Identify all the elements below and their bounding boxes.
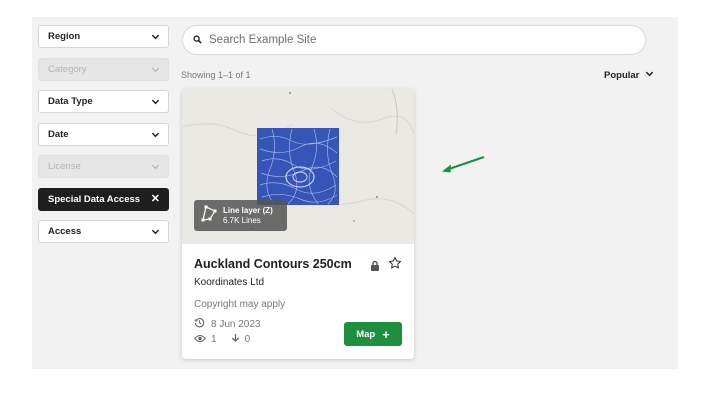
filter-label: Category <box>48 63 87 75</box>
close-icon[interactable]: ✕ <box>151 193 160 205</box>
copyright-notice: Copyright may apply <box>194 299 286 310</box>
chevron-down-icon <box>151 130 160 139</box>
filter-data-type[interactable]: Data Type <box>38 90 169 113</box>
layer-count: 6.7K Lines <box>223 215 261 225</box>
views-count: 1 <box>211 334 217 345</box>
history-icon <box>194 317 205 331</box>
results-count: Showing 1–1 of 1 <box>181 70 251 80</box>
filter-label: Data Type <box>48 96 93 107</box>
chevron-down-icon <box>645 69 654 81</box>
filter-label: Region <box>48 31 81 42</box>
filter-access[interactable]: Access <box>38 220 169 243</box>
add-to-map-button[interactable]: Map + <box>344 322 402 346</box>
layer-type: Line layer (Z) <box>223 205 273 215</box>
lock-icon <box>370 258 380 276</box>
filter-sidebar: Region Category Data Type Date License S… <box>38 25 169 253</box>
search-input[interactable] <box>209 34 629 46</box>
updated-date: 8 Jun 2023 <box>211 318 261 330</box>
map-thumbnail: Line layer (Z) 6.7K Lines <box>182 89 414 244</box>
chevron-down-icon <box>151 162 160 171</box>
filter-label: License <box>48 161 81 172</box>
chevron-down-icon <box>151 227 160 236</box>
stats-row: 1 0 <box>194 333 250 346</box>
date-row: 8 Jun 2023 <box>194 317 261 331</box>
chevron-down-icon <box>151 65 160 74</box>
download-icon <box>231 333 240 346</box>
search-icon <box>193 31 202 49</box>
search-bar[interactable] <box>182 25 646 55</box>
sort-label: Popular <box>604 69 640 81</box>
filter-label: Date <box>48 128 69 140</box>
filter-date[interactable]: Date <box>38 122 169 146</box>
filter-label: Special Data Access <box>48 193 141 205</box>
map-button-label: Map <box>356 328 376 340</box>
sort-dropdown[interactable]: Popular <box>604 69 654 81</box>
filter-region[interactable]: Region <box>38 25 169 48</box>
dataset-title[interactable]: Auckland Contours 250cm <box>194 257 352 271</box>
filter-label: Access <box>48 226 82 237</box>
eye-icon <box>194 334 206 346</box>
filter-category: Category <box>38 57 169 81</box>
star-icon[interactable] <box>388 256 402 275</box>
filter-license: License <box>38 155 169 178</box>
filter-special-data-access[interactable]: Special Data Access ✕ <box>38 187 169 211</box>
line-layer-icon <box>201 204 217 227</box>
chevron-down-icon <box>151 32 160 41</box>
publisher-name[interactable]: Koordinates Ltd <box>194 277 264 288</box>
arrow-annotation-icon <box>438 154 488 179</box>
chevron-down-icon <box>151 97 160 106</box>
dataset-card[interactable]: Line layer (Z) 6.7K Lines Auckland Conto… <box>182 89 414 359</box>
layer-type-badge: Line layer (Z) 6.7K Lines <box>194 200 287 231</box>
downloads-count: 0 <box>244 334 251 345</box>
plus-icon: + <box>382 326 390 342</box>
